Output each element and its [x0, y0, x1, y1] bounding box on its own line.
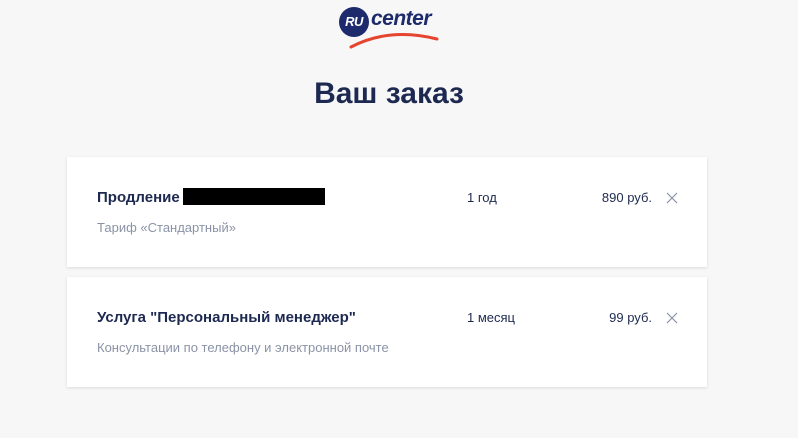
item-description: Тариф «Стандартный» [97, 220, 236, 235]
item-description: Консультации по телефону и электронной п… [97, 340, 389, 355]
close-icon [666, 192, 678, 204]
logo-swoosh-icon [349, 33, 439, 49]
item-period: 1 месяц [467, 310, 515, 325]
order-item-personal-manager: Услуга "Персональный менеджер" Консульта… [67, 277, 707, 387]
redacted-domain-name [182, 188, 325, 205]
logo[interactable]: RU center [339, 5, 439, 49]
item-price: 890 руб. [601, 190, 652, 205]
remove-item-button[interactable] [665, 311, 679, 325]
item-name: Продление [97, 188, 325, 208]
item-name-text: Продление [97, 189, 180, 206]
item-name: Услуга "Персональный менеджер" [97, 309, 356, 326]
item-price: 99 руб. [609, 310, 652, 325]
order-item-domain-renewal: Продление Тариф «Стандартный» 1 год 890 … [67, 157, 707, 267]
page-title: Ваш заказ [314, 77, 464, 110]
item-period: 1 год [467, 190, 497, 205]
close-icon [666, 312, 678, 324]
remove-item-button[interactable] [665, 191, 679, 205]
